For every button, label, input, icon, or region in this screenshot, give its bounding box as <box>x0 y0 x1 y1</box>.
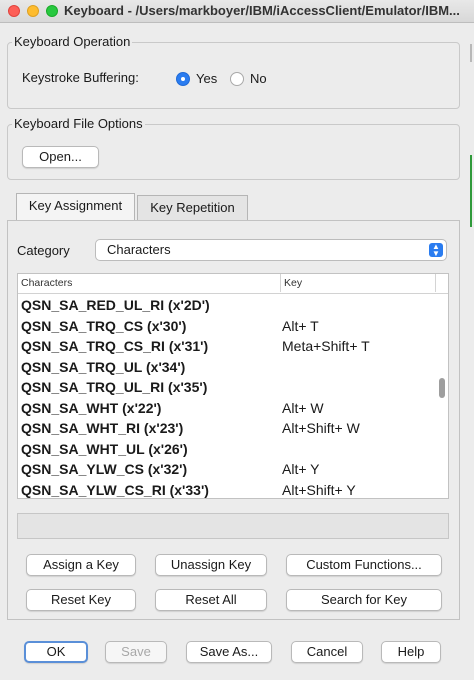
table-row[interactable]: QSN_SA_TRQ_CS (x'30') Alt+ T <box>18 316 436 336</box>
cancel-button[interactable]: Cancel <box>291 641 363 663</box>
chevron-updown-icon: ▲ ▼ <box>429 243 443 258</box>
table-row[interactable]: QSN_SA_YLW_CS_RI (x'33') Alt+Shift+ Y <box>18 480 436 499</box>
custom-functions-button[interactable]: Custom Functions... <box>286 554 442 576</box>
row-key: Alt+Shift+ Y <box>282 481 356 498</box>
row-character: QSN_SA_TRQ_UL_RI (x'35') <box>21 379 208 395</box>
row-character: QSN_SA_YLW_CS (x'32') <box>21 461 188 477</box>
zoom-window-button[interactable] <box>46 5 58 17</box>
table-header: Characters Key <box>18 274 448 294</box>
row-character: QSN_SA_RED_UL_RI (x'2D') <box>21 297 210 313</box>
table-scrollbar-thumb[interactable] <box>439 378 445 398</box>
column-header-key[interactable]: Key <box>284 277 302 289</box>
table-row[interactable]: QSN_SA_TRQ_CS_RI (x'31') Meta+Shift+ T <box>18 336 436 356</box>
save-as-button[interactable]: Save As... <box>186 641 272 663</box>
row-key: Alt+ T <box>282 317 319 334</box>
unassign-key-button[interactable]: Unassign Key <box>155 554 267 576</box>
row-character: QSN_SA_WHT (x'22') <box>21 399 162 416</box>
row-character: QSN_SA_TRQ_UL (x'34') <box>21 358 186 375</box>
column-divider <box>280 274 281 292</box>
row-key: Meta+Shift+ T <box>282 338 370 354</box>
row-key: Alt+ W <box>282 399 324 416</box>
table-row[interactable]: QSN_SA_RED_UL_RI (x'2D') <box>18 295 436 315</box>
ok-button[interactable]: OK <box>24 641 88 663</box>
buffering-yes-label[interactable]: Yes <box>196 71 217 86</box>
column-header-characters[interactable]: Characters <box>21 277 72 289</box>
table-row[interactable]: QSN_SA_YLW_CS (x'32') Alt+ Y <box>18 459 436 479</box>
row-key: Alt+ Y <box>282 461 320 477</box>
save-button: Save <box>105 641 167 663</box>
keyboard-operation-title: Keyboard Operation <box>12 34 133 49</box>
tab-key-assignment[interactable]: Key Assignment <box>16 193 135 221</box>
table-row[interactable]: QSN_SA_TRQ_UL_RI (x'35') <box>18 377 436 397</box>
window-title: Keyboard - /Users/markboyer/IBM/iAccessC… <box>64 3 460 18</box>
keyboard-file-options-title: Keyboard File Options <box>12 116 145 131</box>
key-status-field <box>17 513 449 539</box>
window-resize-marker <box>470 155 472 227</box>
table-row[interactable]: QSN_SA_WHT_UL (x'26') <box>18 439 436 459</box>
assign-key-button[interactable]: Assign a Key <box>26 554 136 576</box>
window-edge-marker <box>470 44 472 62</box>
reset-key-button[interactable]: Reset Key <box>26 589 136 611</box>
search-for-key-button[interactable]: Search for Key <box>286 589 442 611</box>
row-character: QSN_SA_WHT_UL (x'26') <box>21 440 188 457</box>
row-character: QSN_SA_TRQ_CS (x'30') <box>21 317 187 334</box>
column-divider <box>435 274 436 292</box>
table-row[interactable]: QSN_SA_TRQ_UL (x'34') <box>18 357 436 377</box>
row-character: QSN_SA_YLW_CS_RI (x'33') <box>21 481 209 498</box>
keystroke-buffering-label: Keystroke Buffering: <box>22 70 139 85</box>
table-row[interactable]: QSN_SA_WHT_RI (x'23') Alt+Shift+ W <box>18 418 436 438</box>
reset-all-button[interactable]: Reset All <box>155 589 267 611</box>
help-button[interactable]: Help <box>381 641 441 663</box>
buffering-no-label[interactable]: No <box>250 71 267 86</box>
row-character: QSN_SA_WHT_RI (x'23') <box>21 420 184 436</box>
table-row[interactable]: QSN_SA_WHT (x'22') Alt+ W <box>18 398 436 418</box>
title-bar: Keyboard - /Users/markboyer/IBM/iAccessC… <box>0 0 474 23</box>
row-character: QSN_SA_TRQ_CS_RI (x'31') <box>21 338 209 354</box>
category-select[interactable]: Characters ▲ ▼ <box>95 239 447 261</box>
category-label: Category <box>17 243 70 258</box>
close-window-button[interactable] <box>8 5 20 17</box>
minimize-window-button[interactable] <box>27 5 39 17</box>
row-key: Alt+Shift+ W <box>282 420 360 436</box>
key-assignment-table[interactable]: Characters Key QSN_SA_RED_UL_RI (x'2D') … <box>17 273 449 499</box>
category-select-value: Characters <box>107 242 171 257</box>
buffering-yes-radio[interactable] <box>176 72 190 86</box>
buffering-no-radio[interactable] <box>230 72 244 86</box>
tab-key-repetition[interactable]: Key Repetition <box>137 195 248 221</box>
open-button[interactable]: Open... <box>22 146 99 168</box>
